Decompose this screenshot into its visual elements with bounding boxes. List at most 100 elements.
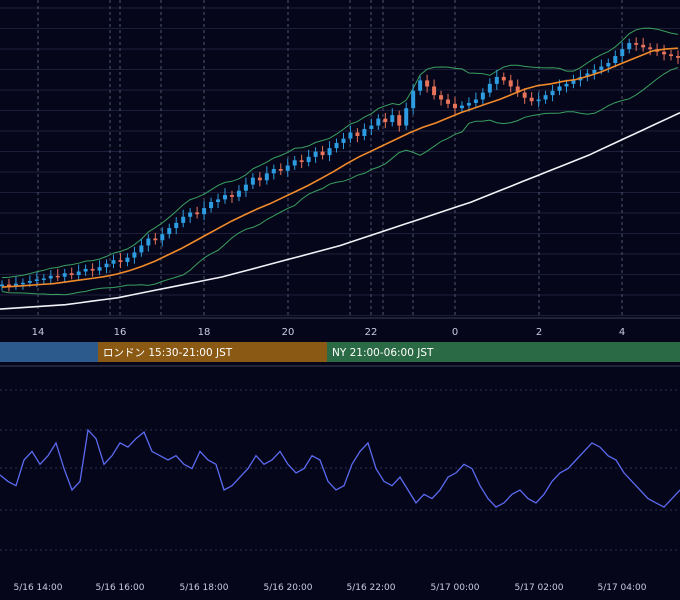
candle-body <box>257 177 262 181</box>
candle-body <box>334 142 339 149</box>
candle-body <box>327 148 332 156</box>
candle-body <box>299 160 304 163</box>
candle-body <box>153 238 158 241</box>
candle-body <box>676 56 680 58</box>
candle-body <box>278 169 283 171</box>
candle-body <box>648 47 653 50</box>
candle-body <box>209 202 214 209</box>
top-tick-label: 0 <box>452 327 458 338</box>
candle-body <box>501 76 506 81</box>
candle-body <box>292 160 297 166</box>
candle-body <box>195 212 200 215</box>
candle-body <box>571 80 576 84</box>
candle-body <box>97 267 102 271</box>
candle-body <box>669 54 674 57</box>
top-tick-label: 22 <box>365 327 378 338</box>
candle-body <box>181 216 186 223</box>
candle-body <box>432 86 437 96</box>
candle-body <box>536 99 541 102</box>
candle-body <box>188 212 193 217</box>
bottom-tick-label: 5/17 02:00 <box>514 583 563 593</box>
candle-body <box>306 156 311 163</box>
candle-body <box>557 86 562 91</box>
candle-body <box>627 43 632 50</box>
candle-body <box>404 108 409 126</box>
candle-body <box>522 92 527 98</box>
chart-canvas: 14 16 18 20 22 0 2 4 ロンドン 15:30-21:00 JST NY 21:… <box>0 0 680 600</box>
candle-body <box>362 129 367 136</box>
candle-body <box>13 283 18 286</box>
candle-body <box>62 273 67 277</box>
bottom-tick-label: 5/16 22:00 <box>346 583 395 593</box>
candle-body <box>508 80 513 87</box>
candle-body <box>341 138 346 143</box>
top-tick-label: 4 <box>619 327 625 338</box>
bottom-tick-label: 5/16 20:00 <box>263 583 312 593</box>
candle-body <box>90 268 95 271</box>
candle-body <box>118 260 123 262</box>
candle-body <box>139 245 144 253</box>
candle-body <box>20 282 25 285</box>
candle-body <box>111 260 116 264</box>
candle-body <box>369 125 374 130</box>
bottom-tick-label: 5/16 18:00 <box>179 583 228 593</box>
candle-body <box>529 97 534 102</box>
candle-body <box>390 115 395 123</box>
bottom-tick-label: 5/17 00:00 <box>430 583 479 593</box>
candle-body <box>418 80 423 91</box>
candle-body <box>76 271 81 275</box>
candle-body <box>662 51 667 55</box>
candle-body <box>348 132 353 139</box>
top-tick-label: 20 <box>282 327 295 338</box>
candle-body <box>285 165 290 171</box>
candle-body <box>27 281 32 283</box>
top-tick-label: 16 <box>114 327 127 338</box>
candle-body <box>132 252 137 258</box>
bottom-tick-label: 5/16 14:00 <box>13 583 62 593</box>
candle-body <box>550 90 555 96</box>
candle-body <box>313 151 318 157</box>
bottom-tick-label: 5/17 04:00 <box>597 583 646 593</box>
candle-body <box>480 92 485 100</box>
candle-body <box>425 80 430 87</box>
candle-body <box>0 284 4 287</box>
top-tick-label: 2 <box>536 327 542 338</box>
candle-body <box>160 234 165 241</box>
candle-body <box>383 118 388 123</box>
candle-body <box>606 63 611 67</box>
candle-body <box>146 238 151 246</box>
candle-body <box>41 278 46 280</box>
candle-body <box>223 195 228 200</box>
top-tick-label: 14 <box>32 327 45 338</box>
candle-body <box>641 44 646 48</box>
candle-body <box>494 76 499 84</box>
candle-body <box>411 90 416 109</box>
candle-body <box>167 228 172 235</box>
candle-body <box>452 103 457 109</box>
candle-body <box>446 99 451 104</box>
candle-body <box>459 105 464 109</box>
candle-body <box>487 83 492 93</box>
top-tick-label: 18 <box>198 327 211 338</box>
candle-body <box>473 99 478 103</box>
candle-body <box>69 273 74 275</box>
candle-body <box>250 177 255 185</box>
candle-body <box>34 279 39 282</box>
candle-body <box>320 151 325 156</box>
candle-body <box>634 43 639 45</box>
candle-body <box>48 275 53 279</box>
candle-body <box>355 132 360 136</box>
candle-body <box>104 263 109 268</box>
candle-body <box>564 83 569 87</box>
candle-body <box>466 102 471 106</box>
candle-body <box>229 195 234 197</box>
candle-body <box>174 222 179 229</box>
candle-body <box>264 173 269 181</box>
session-block <box>0 342 98 362</box>
candle-body <box>613 56 618 64</box>
candle-body <box>243 184 248 191</box>
candle-body <box>83 268 88 272</box>
candle-body <box>202 208 207 215</box>
candle-body <box>543 95 548 100</box>
bottom-tick-label: 5/16 16:00 <box>95 583 144 593</box>
